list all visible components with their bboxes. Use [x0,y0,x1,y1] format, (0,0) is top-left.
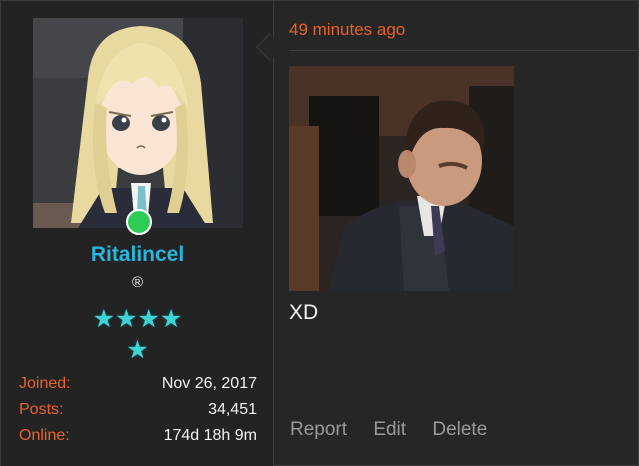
gif-illustration [289,66,514,291]
stat-online: Online: 174d 18h 9m [19,427,257,449]
stat-joined-label: Joined: [19,375,71,392]
stat-online-label: Online: [19,427,70,444]
post-actions: Report Edit Delete [290,419,508,441]
stat-posts-value: 34,451 [208,401,257,418]
avatar-illustration [33,18,243,228]
online-status-indicator [126,209,152,235]
user-avatar[interactable] [33,18,243,228]
post-header-divider [289,50,639,51]
post-timestamp[interactable]: 49 minutes ago [289,20,405,40]
post-content: 49 minutes ago XD Report Edit Delete [275,1,639,466]
rank-stars-row-1: ★★★★ [92,305,183,333]
stat-posts-label: Posts: [19,401,64,418]
stat-joined: Joined: Nov 26, 2017 [19,375,257,397]
user-sidebar: Ritalincel ® ★★★★ ★ Joined: Nov 26, 2017… [1,1,274,466]
stat-online-value: 174d 18h 9m [163,427,257,444]
stat-joined-value: Nov 26, 2017 [161,375,257,392]
rank-stars-row-2: ★ [126,336,149,364]
post-image[interactable] [289,66,514,291]
stat-posts: Posts: 34,451 [19,401,257,423]
edit-link[interactable]: Edit [373,419,406,440]
report-link[interactable]: Report [290,419,347,440]
post-message: XD [289,301,319,324]
delete-link[interactable]: Delete [432,419,487,440]
forum-post: Ritalincel ® ★★★★ ★ Joined: Nov 26, 2017… [0,0,639,466]
registered-mark: ® [131,274,144,291]
username-link[interactable]: Ritalincel [1,243,274,267]
